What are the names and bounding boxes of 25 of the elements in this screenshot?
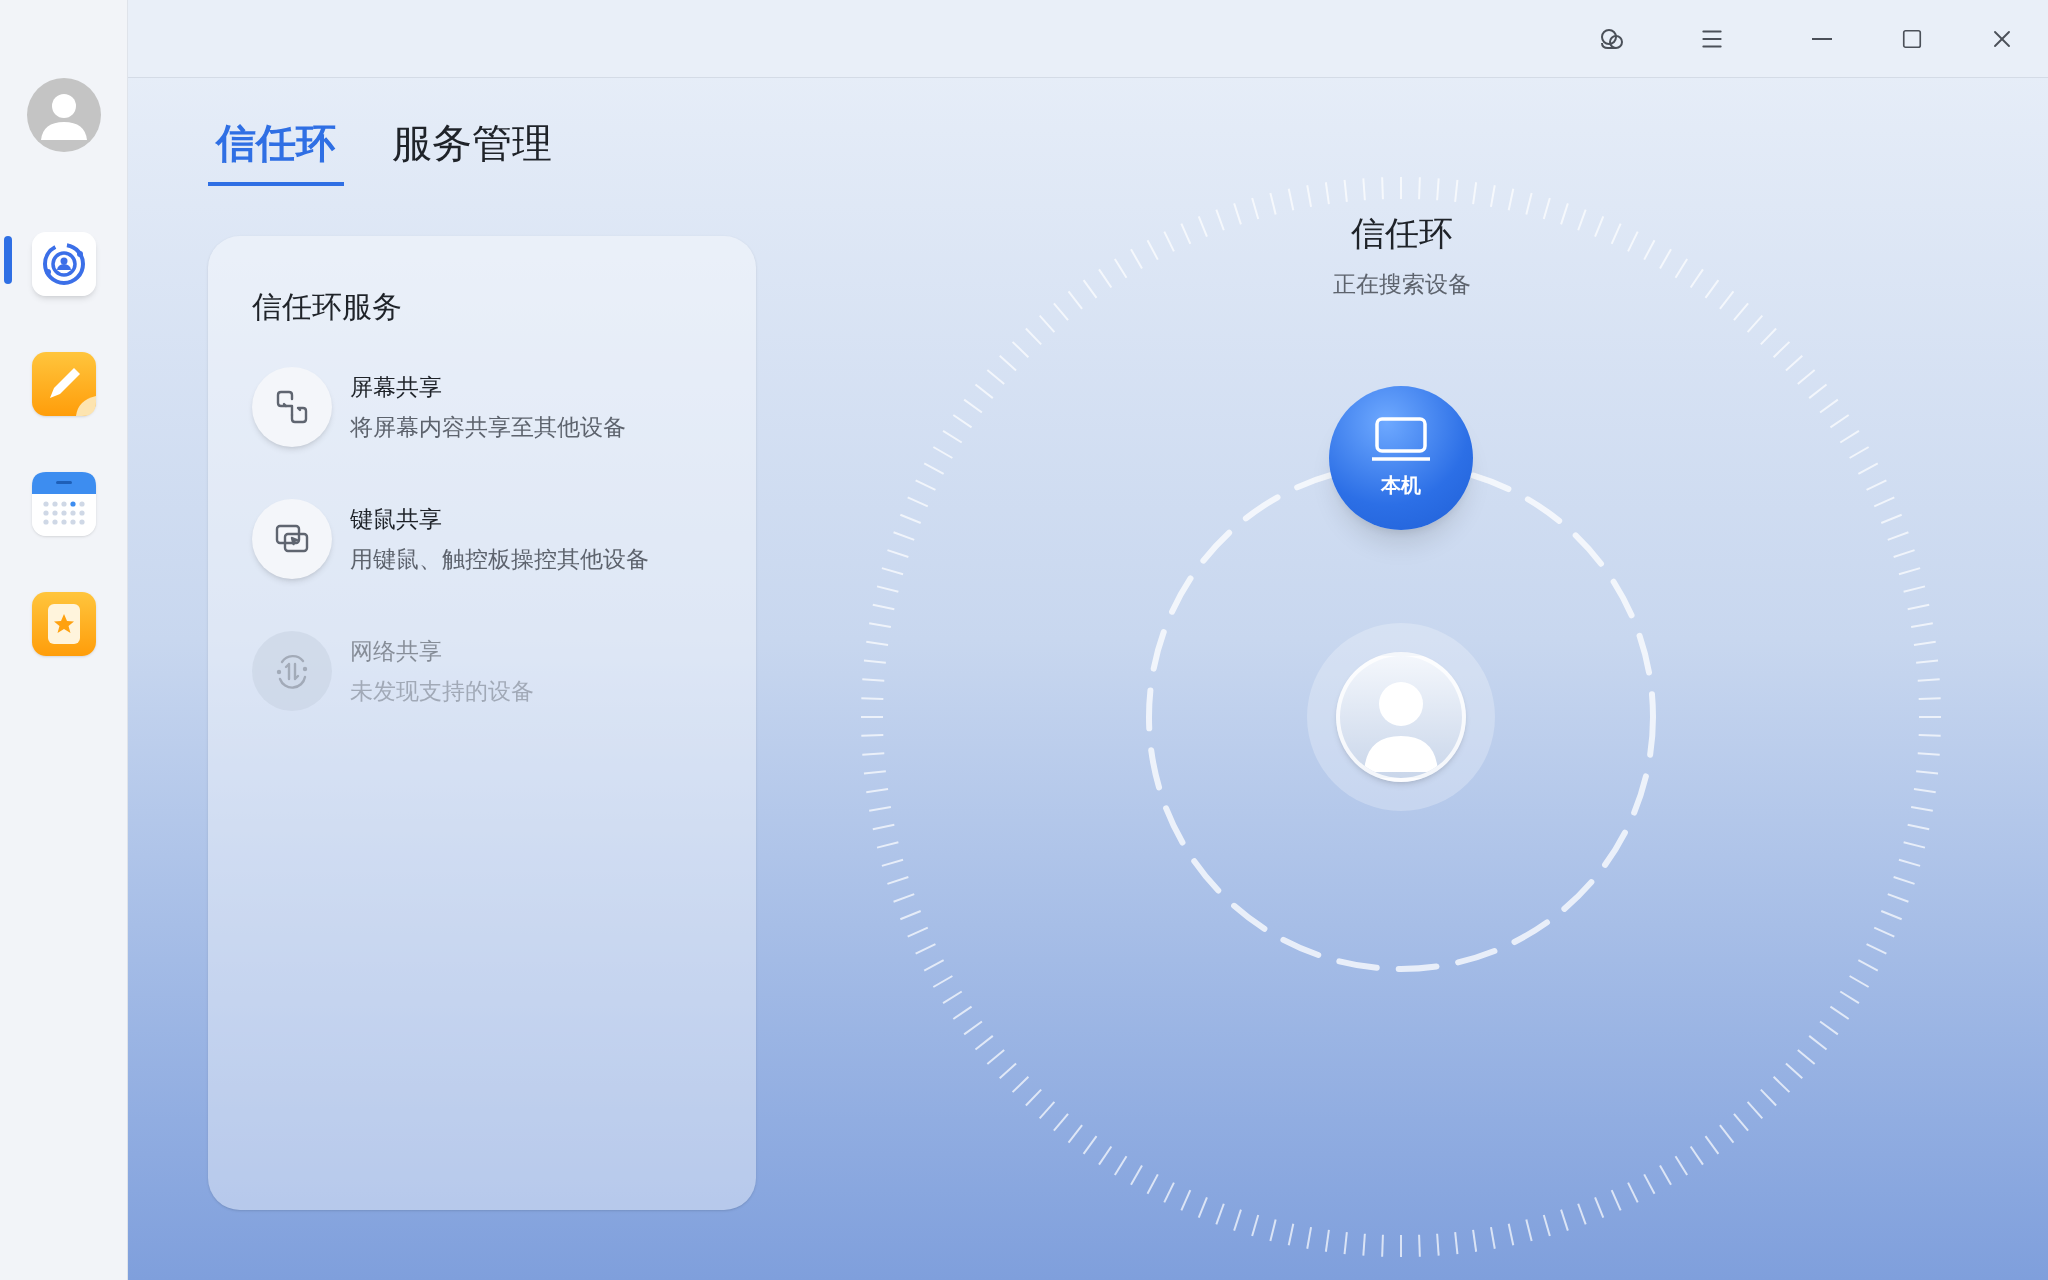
- laptop-icon: [1371, 416, 1431, 462]
- service-description: 用键鼠、触控板操控其他设备: [350, 545, 649, 574]
- ring-app-icon: [31, 232, 96, 296]
- sidebar-app-button[interactable]: [31, 232, 96, 296]
- service-description: 将屏幕内容共享至其他设备: [350, 413, 626, 442]
- tab[interactable]: 服务管理: [384, 104, 560, 186]
- local-device-node[interactable]: 本机: [1329, 386, 1473, 530]
- service-title: 屏幕共享: [350, 372, 443, 402]
- service-title: 网络共享: [350, 636, 443, 666]
- service-description: 未发现支持的设备: [350, 677, 534, 706]
- pencil-note-app-icon: [31, 352, 96, 416]
- sidebar-app-button[interactable]: [31, 472, 96, 536]
- star-folder-app-icon: [31, 592, 96, 656]
- local-device-label: 本机: [1381, 472, 1421, 499]
- tab[interactable]: 信任环: [208, 104, 344, 186]
- calendar-app-icon: [31, 472, 96, 536]
- ring-status: 正在搜索设备: [1333, 270, 1471, 299]
- service-item[interactable]: 屏幕共享 将屏幕内容共享至其他设备: [252, 367, 712, 447]
- cloud-icon: [1599, 27, 1625, 50]
- service-item[interactable]: 键鼠共享 用键鼠、触控板操控其他设备: [252, 499, 712, 579]
- minimize-icon: [1812, 37, 1832, 40]
- ring-title: 信任环: [1351, 212, 1453, 255]
- service-title: 键鼠共享: [350, 504, 443, 534]
- card-title: 信任环服务: [252, 288, 403, 326]
- maximize-icon: [1901, 27, 1923, 50]
